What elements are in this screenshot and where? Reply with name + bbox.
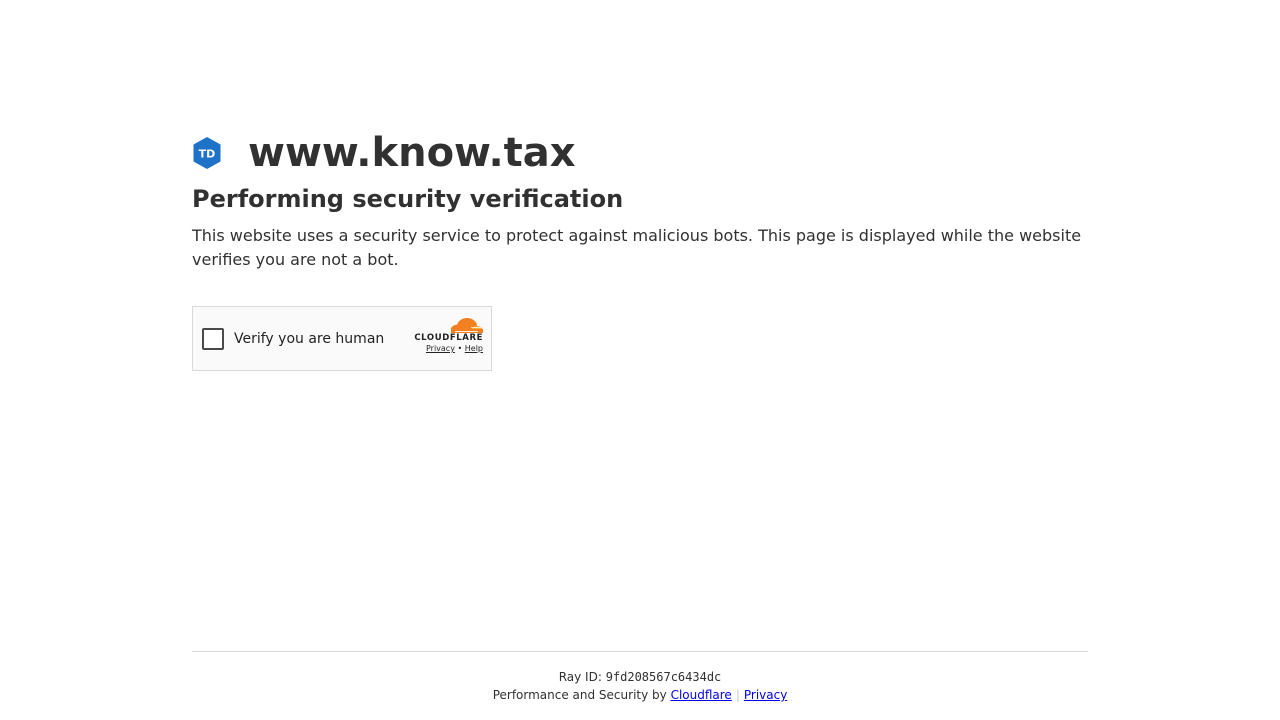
- page-heading: Performing security verification: [192, 185, 624, 213]
- site-logo-text: TD: [199, 148, 216, 161]
- widget-help-link[interactable]: Help: [465, 344, 483, 353]
- ray-id-value: 9fd208567c6434dc: [605, 670, 722, 684]
- turnstile-widget: Verify you are human CLOUDFLARE Privacy …: [192, 306, 492, 371]
- footer: Ray ID: 9fd208567c6434dc Performance and…: [192, 651, 1088, 703]
- verify-label[interactable]: Verify you are human: [234, 331, 384, 347]
- footer-privacy-link[interactable]: Privacy: [744, 688, 787, 702]
- hexagon-logo-icon: TD: [193, 137, 221, 169]
- widget-link-separator: •: [457, 344, 463, 353]
- performance-line: Performance and Security by Cloudflare | P…: [192, 687, 1088, 703]
- cloudflare-cloud-icon: [451, 318, 483, 333]
- main-content: TD www.know.tax Performing security veri…: [192, 130, 1088, 371]
- footer-divider: |: [735, 688, 740, 702]
- verify-checkbox[interactable]: [202, 327, 224, 350]
- ray-id-line: Ray ID: 9fd208567c6434dc: [192, 669, 1088, 685]
- site-header: TD www.know.tax: [192, 130, 1088, 176]
- performance-text: Performance and Security by: [492, 688, 671, 702]
- cloudflare-link[interactable]: Cloudflare: [671, 688, 732, 702]
- site-logo: TD: [192, 136, 222, 170]
- ray-id-label: Ray ID:: [558, 670, 606, 684]
- challenge-page: TD www.know.tax Performing security veri…: [0, 0, 1280, 720]
- widget-privacy-link[interactable]: Privacy: [426, 344, 455, 353]
- site-name: www.know.tax: [248, 130, 576, 176]
- page-description: This website uses a security service to …: [192, 226, 1082, 269]
- cloudflare-wordmark: CLOUDFLARE: [414, 333, 483, 343]
- cloudflare-brand: CLOUDFLARE Privacy • Help: [407, 317, 483, 354]
- widget-links: Privacy • Help: [407, 343, 483, 354]
